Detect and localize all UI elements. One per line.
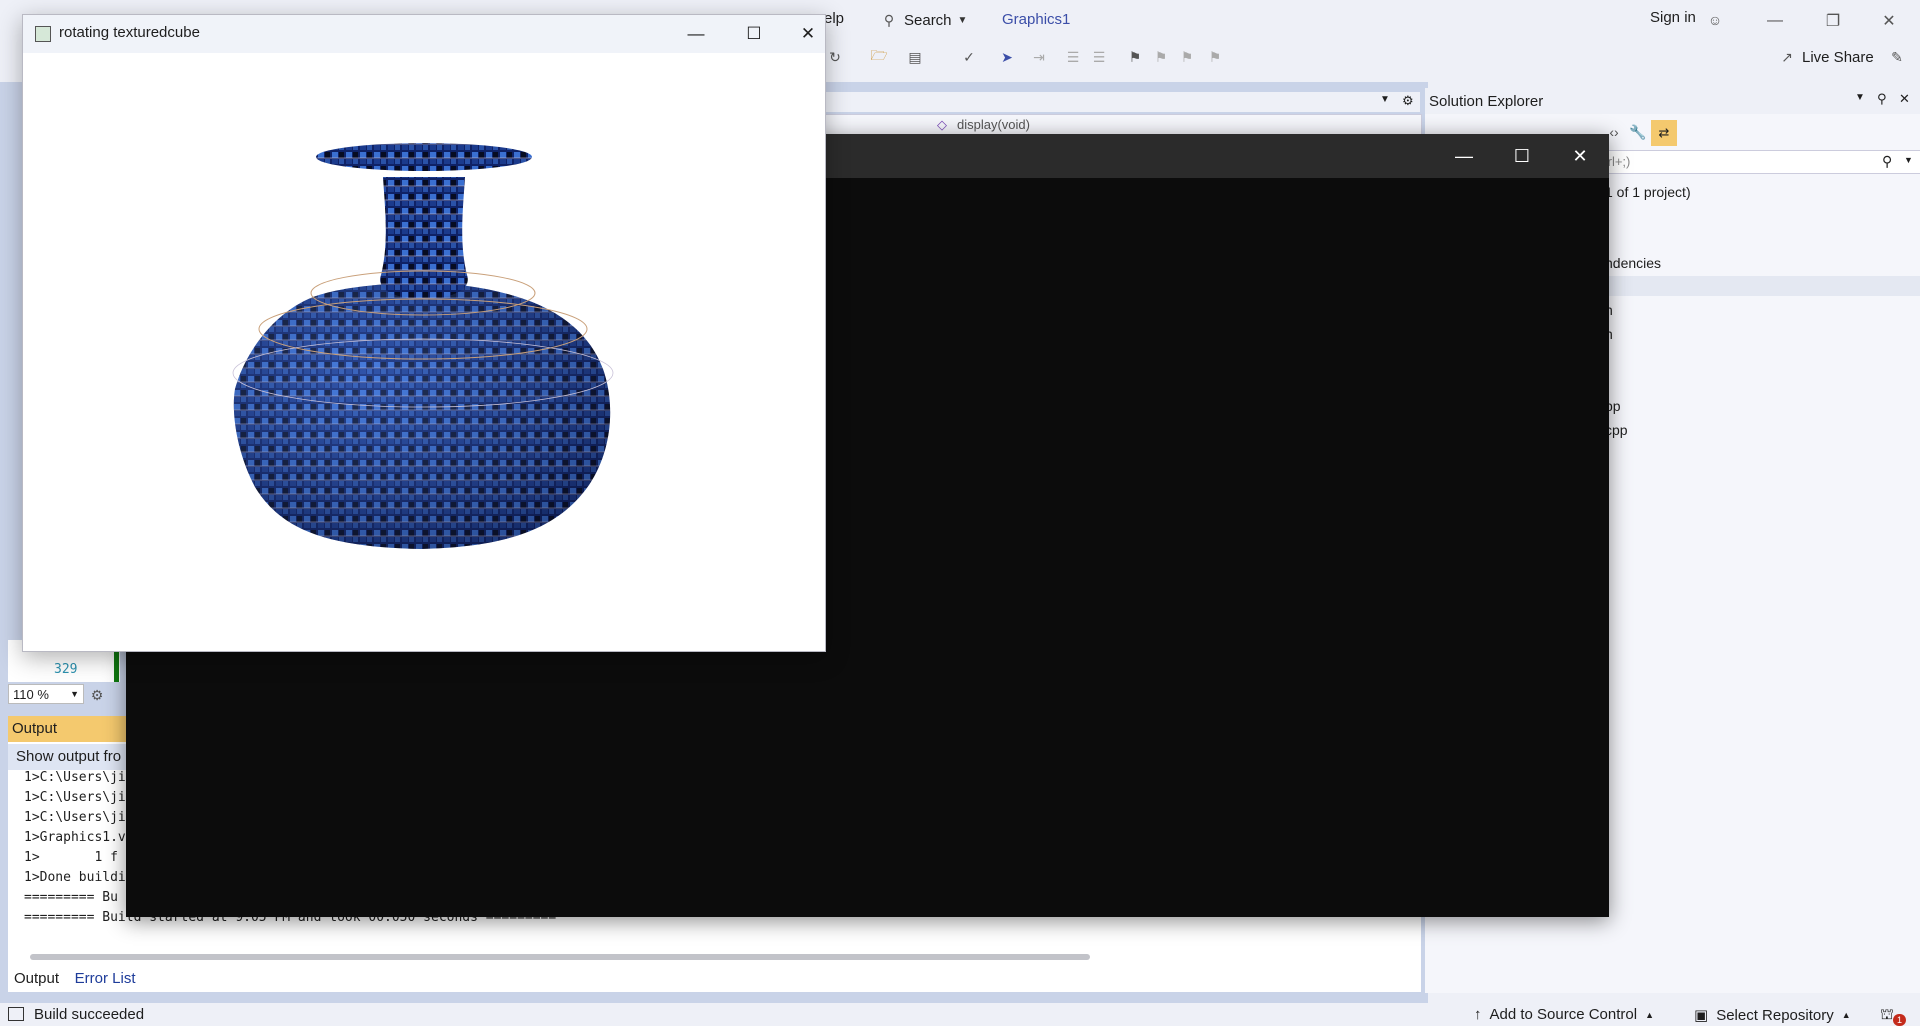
indent-icon[interactable]: ⇥ bbox=[1030, 48, 1048, 66]
solution-name: Graphics1 bbox=[1002, 11, 1071, 28]
app-icon bbox=[35, 26, 51, 42]
intellicode-icon[interactable]: ⚙ bbox=[88, 686, 106, 704]
panel-title: Output bbox=[12, 720, 58, 737]
notification-bell-icon[interactable]: ⛫ bbox=[1880, 1006, 1894, 1025]
chevron-down-icon[interactable]: ▼ bbox=[1855, 92, 1865, 103]
clear-bookmark-icon[interactable]: ⚑ bbox=[1206, 48, 1224, 66]
glut-minimize-button[interactable]: — bbox=[667, 15, 725, 53]
glut-titlebar[interactable]: rotating texturedcube — ☐ ✕ bbox=[23, 15, 825, 53]
live-share-button[interactable]: ↗ Live Share bbox=[1778, 48, 1874, 66]
method-icon: ◇ bbox=[937, 117, 947, 132]
cursor-icon[interactable]: ➤ bbox=[998, 48, 1016, 66]
bottom-tab-strip: Output Error List bbox=[8, 968, 142, 992]
vs-close-button[interactable]: ✕ bbox=[1866, 6, 1912, 36]
bookmark-icon[interactable]: ⚑ bbox=[1126, 48, 1144, 66]
status-message: Build succeeded bbox=[34, 1006, 145, 1023]
sync-view-icon[interactable]: ⇄ bbox=[1651, 120, 1677, 146]
editor-tool-header: ▼ ⚙ bbox=[820, 92, 1420, 112]
console-minimize-button[interactable]: — bbox=[1435, 134, 1493, 178]
solution-explorer-header: Solution Explorer ▼ ⚲ ✕ bbox=[1425, 88, 1920, 114]
chevron-down-icon: ▼ bbox=[957, 14, 968, 26]
tab-error-list[interactable]: Error List bbox=[69, 968, 142, 989]
tab-output[interactable]: Output bbox=[8, 968, 66, 989]
textured-vase-render bbox=[232, 143, 614, 549]
vs-minimize-button[interactable]: — bbox=[1752, 6, 1798, 36]
pin-icon[interactable]: ⚲ bbox=[1877, 91, 1887, 107]
window-title: rotating texturedcube bbox=[59, 24, 200, 41]
wrench-icon[interactable]: 🔧 bbox=[1629, 123, 1647, 141]
tree-item-solution[interactable]: 1 of 1 project) bbox=[1605, 184, 1691, 200]
add-source-control-button[interactable]: ↑ Add to Source Control ▲ bbox=[1474, 1006, 1654, 1023]
account-icon[interactable]: ☺ bbox=[1706, 11, 1724, 29]
glut-close-button[interactable]: ✕ bbox=[779, 15, 837, 53]
glut-window[interactable]: rotating texturedcube — ☐ ✕ bbox=[22, 14, 826, 652]
chevron-down-icon: ▼ bbox=[1904, 155, 1913, 165]
open-folder-icon[interactable]: 🗁 bbox=[870, 47, 888, 66]
vase-neck bbox=[380, 177, 468, 299]
console-close-button[interactable]: ✕ bbox=[1551, 134, 1609, 178]
next-bookmark-icon[interactable]: ⚑ bbox=[1178, 48, 1196, 66]
status-icon bbox=[8, 1007, 24, 1021]
repository-icon: ▣ bbox=[1694, 1007, 1709, 1024]
save-icon[interactable]: ▤ bbox=[906, 48, 924, 66]
horizontal-scrollbar[interactable] bbox=[16, 952, 1386, 962]
render-canvas bbox=[23, 53, 825, 651]
console-maximize-button[interactable]: ☐ bbox=[1493, 134, 1551, 178]
glut-maximize-button[interactable]: ☐ bbox=[725, 15, 783, 53]
vase-shading bbox=[233, 283, 611, 549]
scrollbar-thumb[interactable] bbox=[30, 954, 1090, 960]
line-number: 329 bbox=[54, 662, 78, 677]
notification-badge: 1 bbox=[1893, 1014, 1906, 1026]
vase-lip bbox=[316, 143, 532, 171]
search-icon: ⚲ bbox=[883, 11, 895, 28]
feedback-icon[interactable]: ✎ bbox=[1888, 48, 1906, 66]
live-share-icon: ↗ bbox=[1781, 48, 1793, 65]
tree-item-dependencies[interactable]: ndencies bbox=[1605, 255, 1661, 271]
search-icon: ⚲ bbox=[1882, 153, 1893, 169]
select-repository-button[interactable]: ▣ Select Repository ▲ bbox=[1694, 1006, 1851, 1025]
uncomment-icon[interactable]: ☰ bbox=[1090, 48, 1108, 66]
chevron-up-icon: ▲ bbox=[1841, 1010, 1851, 1020]
chevron-down-icon: ▼ bbox=[70, 689, 79, 699]
comment-icon[interactable]: ☰ bbox=[1064, 48, 1082, 66]
close-icon[interactable]: ✕ bbox=[1899, 91, 1910, 107]
sign-in-link[interactable]: Sign in bbox=[1650, 9, 1696, 26]
arrow-up-icon: ↑ bbox=[1474, 1006, 1482, 1023]
spellcheck-icon[interactable]: ✓ bbox=[960, 48, 978, 66]
prev-bookmark-icon[interactable]: ⚑ bbox=[1152, 48, 1170, 66]
vs-restore-button[interactable]: ❐ bbox=[1810, 6, 1856, 36]
chevron-up-icon: ▲ bbox=[1645, 1009, 1655, 1020]
status-bar: Build succeeded ↑ Add to Source Control … bbox=[0, 1003, 1920, 1026]
member-dropdown[interactable]: display(void) bbox=[957, 117, 1030, 132]
search-box[interactable]: ⚲ Search ▼ bbox=[880, 8, 990, 32]
chevron-down-icon[interactable]: ▼ bbox=[1380, 94, 1390, 105]
panel-title: Solution Explorer bbox=[1429, 93, 1544, 110]
zoom-dropdown[interactable]: 110 % ▼ bbox=[8, 684, 84, 704]
gear-icon[interactable]: ⚙ bbox=[1402, 93, 1414, 109]
